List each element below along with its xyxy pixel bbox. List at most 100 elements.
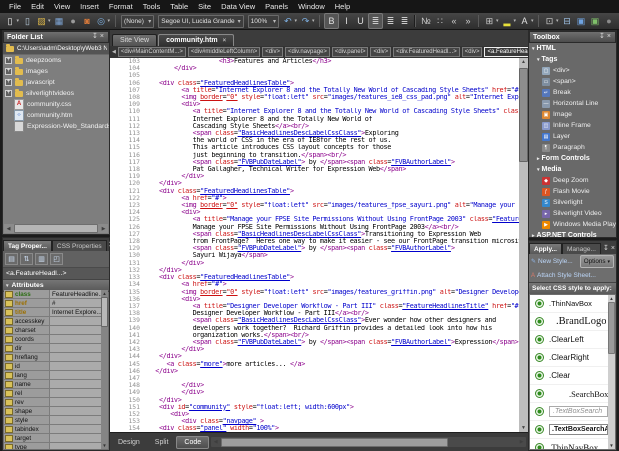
code-hscrollbar[interactable]: ◀ ▶ (211, 437, 526, 447)
open-folder-button[interactable]: ▨▾ (35, 14, 52, 28)
insert-picture-button[interactable]: ▣ (574, 14, 587, 28)
code-vscrollbar[interactable]: ▲ ▼ (519, 58, 528, 433)
menu-file[interactable]: File (4, 0, 26, 13)
attribute-value-cell[interactable] (50, 434, 101, 442)
toolbox-item-paragraph[interactable]: ¶Paragraph (529, 142, 616, 153)
attribute-value-cell[interactable] (50, 389, 101, 397)
attribute-value-cell[interactable] (50, 425, 101, 433)
tree-item-javascript[interactable]: +javascript (3, 77, 109, 88)
options-button[interactable]: Options▾ (580, 255, 614, 268)
attribute-value-cell[interactable] (50, 353, 101, 361)
align-left-button[interactable]: ≣ (368, 13, 383, 29)
save-button[interactable]: ▦ (53, 14, 66, 28)
font-color-button[interactable]: A▾ (518, 14, 535, 28)
print-button[interactable]: ● (67, 14, 80, 28)
attribute-row-rel[interactable]: rel (4, 389, 101, 398)
scrollbar-thumb[interactable] (519, 68, 528, 162)
expand-icon[interactable]: + (5, 90, 12, 97)
menu-tools[interactable]: Tools (138, 0, 166, 13)
attribute-row-tabindex[interactable]: tabindex (4, 425, 101, 434)
attribute-row-type[interactable]: type (4, 443, 101, 449)
style-select[interactable]: (None)▾ (121, 15, 154, 28)
attribute-value-cell[interactable] (50, 398, 101, 406)
tree-item-deepzooms[interactable]: +deepzooms (3, 55, 109, 66)
menu-help[interactable]: Help (330, 0, 355, 13)
attribute-value-cell[interactable]: Internet Explore... (50, 308, 101, 316)
attribute-row-shape[interactable]: shape (4, 407, 101, 416)
toolbox-item-windows-media-player[interactable]: ▶Windows Media Player (529, 219, 616, 230)
css-style-item[interactable]: .SearchBox (530, 385, 608, 403)
attribute-row-dir[interactable]: dir (4, 344, 101, 353)
insert-clipart-button[interactable]: ▣ (588, 14, 601, 28)
scroll-right-icon[interactable]: ▶ (517, 439, 526, 445)
attribute-row-rev[interactable]: rev (4, 398, 101, 407)
tab-design[interactable]: Design (111, 437, 147, 448)
bullet-list-button[interactable]: ∷ (433, 14, 446, 28)
attribute-row-lang[interactable]: lang (4, 371, 101, 380)
alphabetical-view-button[interactable]: ⇅ (20, 253, 33, 265)
attribute-value-cell[interactable] (50, 335, 101, 343)
toolbox-item-silverlight-video[interactable]: ▸Silverlight Video (529, 208, 616, 219)
code-editor[interactable]: 103 <h3>Features and Articles</h3>104 </… (110, 58, 528, 433)
scrollbar-thumb[interactable] (101, 297, 108, 327)
increase-indent-button[interactable]: » (461, 14, 474, 28)
toolbox-item--span-[interactable]: ▭<span> (529, 76, 616, 87)
toolbox-item-break[interactable]: ↵Break (529, 87, 616, 98)
preview-in-browser-button[interactable]: ◙ (81, 14, 94, 28)
set-properties-top-button[interactable]: ▥ (35, 253, 48, 265)
tab-manage-styles[interactable]: Manage... (562, 243, 601, 254)
css-style-item[interactable]: .BrandLogo (530, 313, 608, 331)
toolbox-item--div-[interactable]: ▢<div> (529, 65, 616, 76)
toolbox-item-inline-frame[interactable]: ◫Inline Frame (529, 120, 616, 131)
attach-stylesheet-link[interactable]: Attach Style Sheet... (537, 272, 596, 279)
css-style-item[interactable]: .TextBoxSearchActive (530, 421, 608, 439)
redo-button[interactable]: ↷▾ (299, 14, 316, 28)
tag-breadcrumb-chip[interactable]: <a.FeatureHeadli...> (484, 47, 528, 57)
toolbox-item-image[interactable]: ▣Image (529, 109, 616, 120)
expand-icon[interactable]: + (5, 68, 12, 75)
italic-button[interactable]: I (340, 14, 353, 28)
toolbox-section-asp-net-controls[interactable]: ▸ASP.NET Controls (529, 230, 616, 238)
css-style-item[interactable]: .ThinNavBox (530, 439, 608, 449)
tree-item-community-css[interactable]: Acommunity.css (3, 99, 109, 110)
scroll-down-icon[interactable]: ▼ (609, 442, 613, 449)
attribute-value-cell[interactable] (50, 317, 101, 325)
toolbox-item-horizontal-line[interactable]: —Horizontal Line (529, 98, 616, 109)
menu-format[interactable]: Format (104, 0, 138, 13)
menu-window[interactable]: Window (293, 0, 330, 13)
tab-site-view[interactable]: Site View (112, 34, 157, 46)
css-style-item[interactable]: .TextBoxSearch (530, 403, 608, 421)
scroll-right-icon[interactable]: ▶ (99, 226, 108, 232)
tree-item-silverlightvideos[interactable]: +silverlightvideos (3, 88, 109, 99)
menu-panels[interactable]: Panels (260, 0, 293, 13)
attribute-row-hreflang[interactable]: hreflang (4, 353, 101, 362)
pin-icon[interactable]: ↧ (602, 244, 610, 254)
attribute-value-cell[interactable]: FeatureHeadline... (50, 290, 101, 298)
attribute-value-cell[interactable] (50, 407, 101, 415)
toolbox-item-deep-zoom[interactable]: ◆Deep Zoom (529, 175, 616, 186)
toolbox-section-media[interactable]: ▾Media (529, 164, 616, 175)
scroll-up-icon[interactable]: ▲ (609, 295, 613, 302)
scrollbar-thumb[interactable] (608, 302, 615, 354)
underline-button[interactable]: U (354, 14, 367, 28)
attribute-value-cell[interactable] (50, 371, 101, 379)
summary-button[interactable]: ◰ (50, 253, 63, 265)
back-icon[interactable]: ◀ (112, 49, 116, 55)
css-style-item[interactable]: .ClearRight (530, 349, 608, 367)
font-select[interactable]: Segoe UI, Lucida Grande▾ (158, 15, 243, 28)
find-button[interactable]: ◎▾ (95, 14, 112, 28)
attribute-row-class[interactable]: classFeatureHeadline... (4, 290, 101, 299)
toolbox-section-tags[interactable]: ▾Tags (529, 54, 616, 65)
toolbox-item-layer[interactable]: ▤Layer (529, 131, 616, 142)
web-component-button[interactable]: ● (602, 14, 615, 28)
expand-icon[interactable]: + (5, 79, 12, 86)
close-icon[interactable]: × (99, 32, 105, 42)
tree-item-community-htm[interactable]: ‹›community.htm (3, 110, 109, 121)
close-icon[interactable]: × (606, 32, 612, 42)
attribute-value-cell[interactable] (50, 326, 101, 334)
attribute-row-name[interactable]: name (4, 380, 101, 389)
tag-breadcrumb-chip[interactable]: <div#middleLeftColumn> (188, 47, 260, 57)
attribute-row-accesskey[interactable]: accesskey (4, 317, 101, 326)
expand-icon[interactable]: + (5, 57, 12, 64)
align-center-button[interactable]: ≣ (384, 14, 397, 28)
